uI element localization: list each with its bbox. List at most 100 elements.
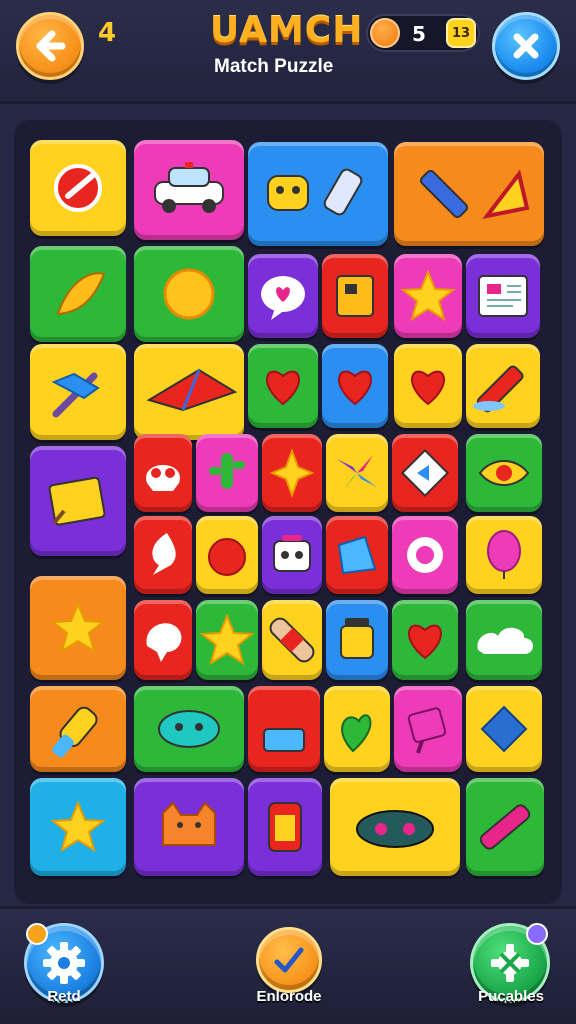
close-button[interactable]: [492, 12, 560, 80]
tile[interactable]: [466, 686, 542, 772]
tile[interactable]: [466, 434, 542, 512]
ball-icon: [263, 709, 305, 752]
pinwheel-icon: [337, 455, 377, 491]
eye-icon: [478, 460, 530, 486]
tile[interactable]: [262, 600, 322, 680]
tile[interactable]: [466, 600, 542, 680]
notification-dot: [26, 923, 48, 945]
tile[interactable]: [394, 142, 544, 246]
tile[interactable]: [262, 516, 322, 594]
popsicle-icon: [52, 706, 98, 758]
tile[interactable]: [326, 516, 388, 594]
tile[interactable]: [330, 778, 460, 876]
settings-label: Retd: [47, 988, 81, 1005]
tools-icon: [51, 372, 100, 418]
leaf-heart-icon: [341, 714, 372, 753]
heart-icon: [408, 624, 442, 660]
tile[interactable]: [134, 778, 244, 876]
heart-icon: [266, 370, 300, 406]
sun-icon: [163, 268, 215, 320]
coin-icon: [370, 18, 400, 48]
tile[interactable]: [322, 344, 388, 428]
explode-label: Enlorode: [256, 988, 322, 1005]
tile[interactable]: [30, 686, 126, 772]
tile[interactable]: [30, 246, 126, 342]
tile[interactable]: [248, 778, 322, 876]
tile[interactable]: [466, 778, 544, 876]
tile[interactable]: [466, 516, 542, 594]
tile[interactable]: [134, 140, 244, 240]
coin-count: 5: [412, 22, 426, 46]
tile[interactable]: [326, 600, 388, 680]
tile[interactable]: [392, 434, 458, 512]
cat-icon: [162, 801, 216, 846]
tile[interactable]: [262, 434, 322, 512]
tile[interactable]: [30, 576, 126, 680]
tile[interactable]: [196, 434, 258, 512]
star-icon: [50, 601, 106, 654]
car-icon: [154, 162, 224, 213]
robot-and-jar-icon: [267, 168, 363, 216]
tile[interactable]: [30, 778, 126, 876]
flame-icon: [152, 533, 176, 575]
tile[interactable]: [322, 254, 388, 338]
box-icon: [337, 535, 377, 575]
close-icon: [513, 33, 539, 59]
tile[interactable]: [248, 686, 320, 772]
tile[interactable]: [134, 686, 244, 772]
tile[interactable]: [394, 686, 462, 772]
meat-icon: [54, 164, 102, 212]
ring-icon: [407, 537, 443, 573]
tile[interactable]: [30, 140, 126, 236]
tile[interactable]: [196, 516, 258, 594]
tile[interactable]: [394, 344, 462, 428]
balloon-icon: [487, 530, 521, 579]
cactus-icon: [209, 453, 245, 489]
tile[interactable]: [248, 142, 388, 246]
skull-icon: [146, 465, 180, 491]
bug-icon: [356, 810, 434, 848]
kite-icon: [146, 368, 238, 412]
tile[interactable]: [134, 600, 192, 680]
tile[interactable]: [326, 434, 388, 512]
tile[interactable]: [394, 254, 462, 338]
monster-icon: [158, 710, 220, 748]
tile[interactable]: [248, 254, 318, 338]
tile[interactable]: [392, 516, 458, 594]
tile[interactable]: [392, 600, 458, 680]
leaf-icon: [56, 272, 106, 316]
apple-icon: [208, 538, 246, 576]
tile[interactable]: [134, 516, 192, 594]
explode-button[interactable]: [256, 927, 322, 993]
tile[interactable]: [30, 446, 126, 556]
game-title: UAMCH: [210, 10, 364, 51]
back-button[interactable]: [16, 12, 84, 80]
heart-bubble-icon: [261, 276, 305, 320]
cloud-icon: [477, 627, 533, 654]
candy-icon: [407, 707, 447, 754]
currency-panel: 5 13: [366, 14, 480, 52]
picture-icon: [478, 275, 528, 317]
notification-dot: [526, 923, 548, 945]
tile[interactable]: [134, 434, 192, 512]
gem-counter[interactable]: 13: [446, 18, 476, 48]
game-subtitle: Match Puzzle: [214, 56, 334, 77]
tile[interactable]: [134, 246, 244, 342]
tile[interactable]: [324, 686, 390, 772]
sparkle-icon: [269, 448, 315, 498]
tile[interactable]: [30, 344, 126, 440]
heart-icon: [338, 370, 372, 406]
tile[interactable]: [248, 344, 318, 428]
level-indicator: 4: [98, 18, 117, 48]
splat-icon: [146, 623, 182, 662]
star-icon: [400, 269, 456, 322]
tile[interactable]: [466, 254, 540, 338]
diamond-card-icon: [400, 448, 450, 498]
tile[interactable]: [134, 344, 244, 440]
bandage-icon: [269, 617, 315, 663]
pencil-and-triangle-icon: [419, 169, 530, 219]
gear-tools-icon: [491, 944, 529, 982]
tile[interactable]: [196, 600, 258, 680]
tile[interactable]: [466, 344, 540, 428]
gear-icon: [43, 942, 85, 984]
